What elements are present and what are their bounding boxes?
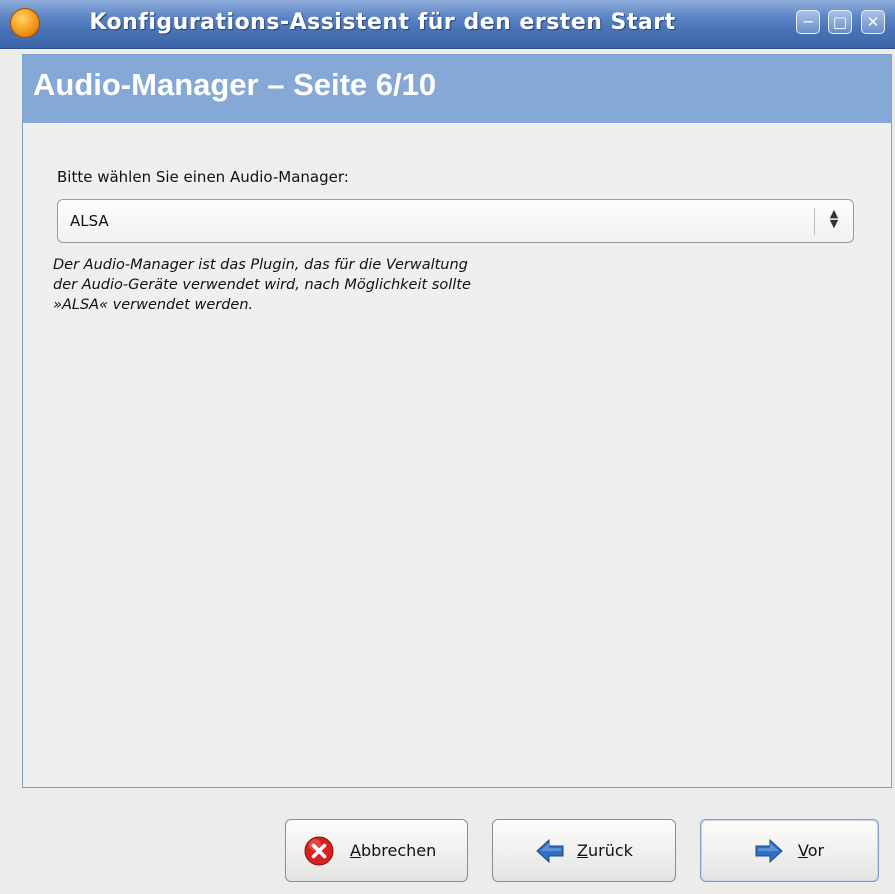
cancel-label: Abbrechen <box>350 841 437 860</box>
next-button[interactable]: Vor <box>700 819 879 882</box>
maximize-icon: □ <box>832 13 848 31</box>
audio-manager-selected-value: ALSA <box>70 212 109 230</box>
window-title: Konfigurations-Assistent für den ersten … <box>89 10 676 35</box>
back-button[interactable]: Zurück <box>492 819 676 882</box>
page-header: Audio-Manager – Seite 6/10 <box>23 55 891 123</box>
maximize-button[interactable]: □ <box>828 10 852 34</box>
window-titlebar[interactable]: Konfigurations-Assistent für den ersten … <box>0 0 895 49</box>
next-label: Vor <box>798 841 825 860</box>
arrow-left-icon <box>536 838 564 864</box>
minimize-button[interactable]: ─ <box>796 10 820 34</box>
app-icon[interactable] <box>10 8 40 38</box>
minimize-icon: ─ <box>803 13 813 31</box>
back-label: Zurück <box>577 841 633 860</box>
audio-manager-label: Bitte wählen Sie einen Audio-Manager: <box>57 168 349 186</box>
close-icon: ✕ <box>866 13 880 31</box>
cancel-button[interactable]: Abbrechen <box>285 819 468 882</box>
audio-manager-description: Der Audio-Manager ist das Plugin, das fü… <box>53 257 471 313</box>
updown-arrows-icon: ▲ ▼ <box>829 207 839 230</box>
audio-manager-select[interactable]: ALSA ▲ ▼ <box>57 199 854 243</box>
arrow-right-icon <box>755 838 783 864</box>
cancel-icon <box>304 836 334 866</box>
combo-divider <box>814 208 815 235</box>
page-title: Audio-Manager – Seite 6/10 <box>33 67 437 102</box>
close-button[interactable]: ✕ <box>861 10 885 34</box>
wizard-page: Audio-Manager – Seite 6/10 Bitte wählen … <box>22 54 892 788</box>
